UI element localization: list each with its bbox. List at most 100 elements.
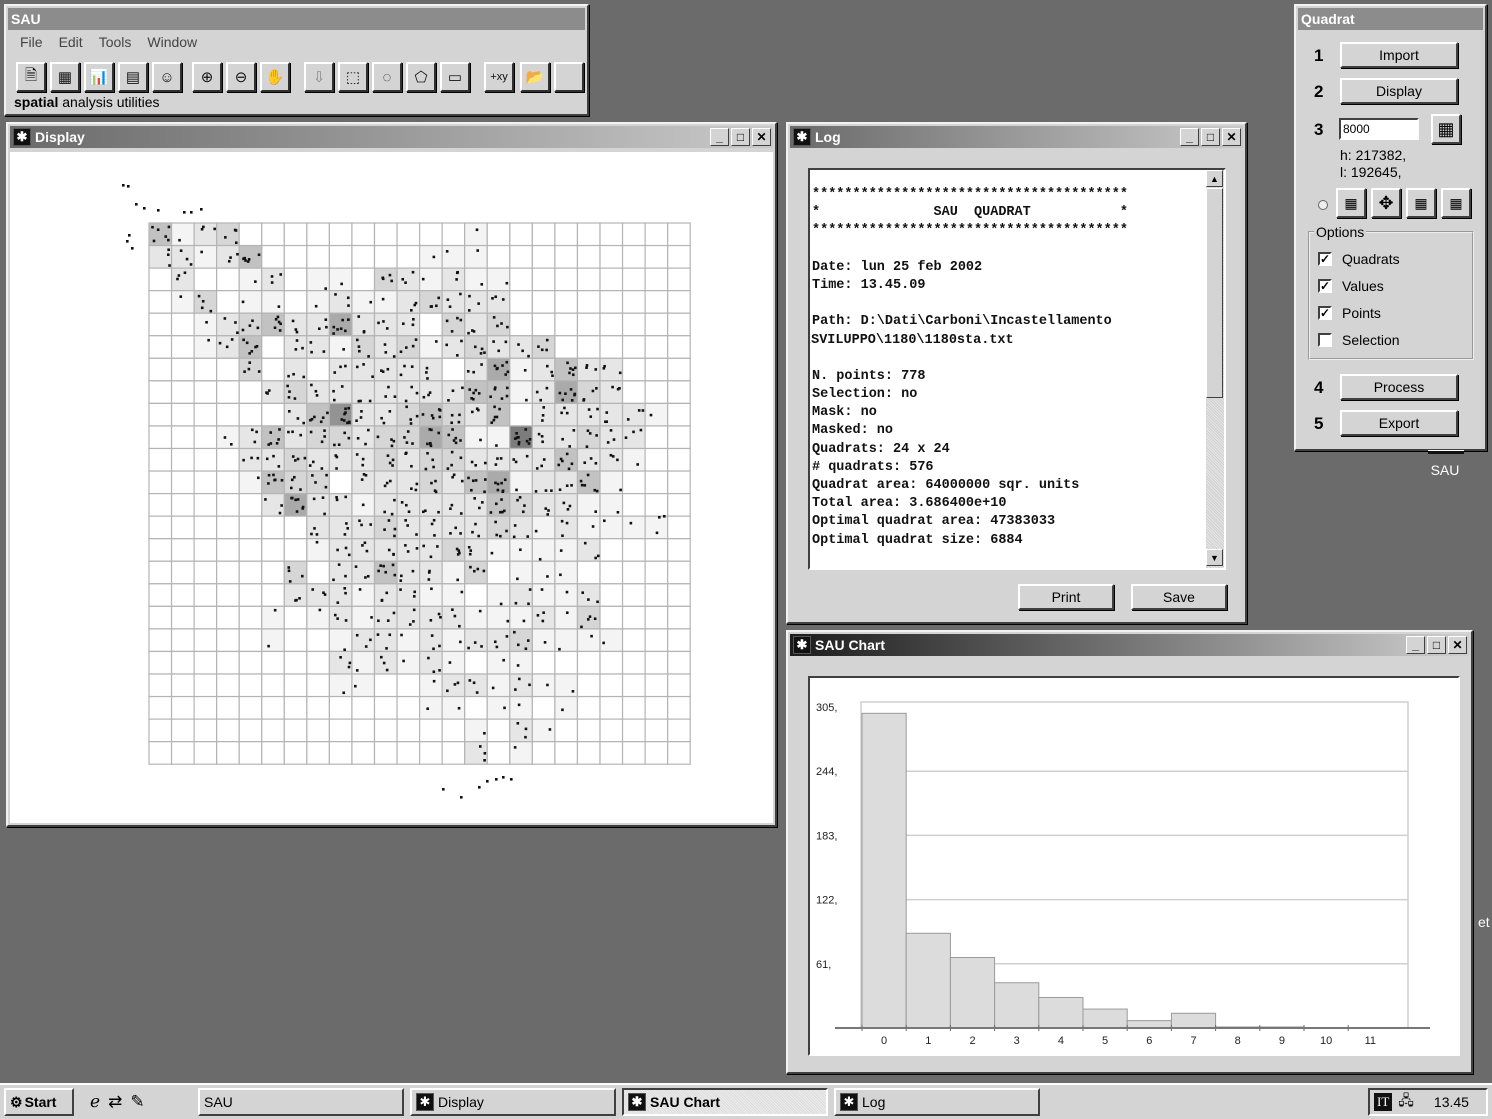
import-button[interactable]: Import [1340, 42, 1458, 68]
open-grid-button[interactable]: ▦ [1441, 188, 1471, 218]
log-scrollbar[interactable]: ▲ ▼ [1206, 170, 1224, 568]
scroll-thumb[interactable] [1206, 188, 1223, 398]
maximize-button[interactable]: □ [1427, 636, 1446, 654]
display-title-bar[interactable]: ✱ Display _ □ ✕ [10, 126, 773, 148]
import-selection-button[interactable]: ⇩ [304, 62, 334, 92]
export-button[interactable]: Export [1340, 410, 1458, 436]
data-point [427, 578, 431, 581]
checkbox[interactable]: ✓ [1318, 252, 1332, 266]
poly-select-button[interactable]: ⬠ [406, 62, 436, 92]
browser-icon[interactable]: ℯ [90, 1092, 100, 1112]
quadrat-size-input[interactable] [1339, 118, 1419, 140]
task-sau[interactable]: SAU [198, 1088, 404, 1116]
process-button[interactable]: Process [1340, 374, 1458, 400]
option-values[interactable]: ✓ Values [1318, 278, 1384, 294]
quadrat-cell [261, 244, 285, 269]
blank-button[interactable] [554, 62, 584, 92]
grid-build-button[interactable]: ▦ [1431, 114, 1461, 144]
start-button[interactable]: ⚙ Start [4, 1088, 74, 1116]
data-point [359, 399, 362, 403]
checkbox[interactable]: ✓ [1318, 279, 1332, 293]
desktop-icon-sau[interactable]: SAU [1420, 450, 1470, 478]
task-sau-chart[interactable]: ✱ SAU Chart [622, 1088, 828, 1116]
table-button[interactable]: ▤ [118, 62, 148, 92]
channels-icon[interactable]: ⇄ [108, 1092, 122, 1112]
data-point [446, 689, 449, 693]
chart-title-bar[interactable]: ✱ SAU Chart _ □ ✕ [790, 634, 1469, 656]
minimize-button[interactable]: _ [1406, 636, 1425, 654]
data-point [483, 490, 486, 494]
rect-select-button[interactable]: ⬚ [338, 62, 368, 92]
scroll-down-button[interactable]: ▼ [1206, 549, 1223, 566]
menu-edit[interactable]: Edit [51, 34, 91, 50]
coordinates-button[interactable]: +xy [484, 62, 514, 92]
menu-file[interactable]: File [12, 34, 51, 50]
data-point [517, 677, 521, 681]
quadrat-cell [261, 583, 285, 607]
data-point [315, 394, 319, 397]
display-button[interactable]: Display [1340, 78, 1458, 104]
notepad-icon[interactable]: ✎ [130, 1092, 144, 1112]
checkbox[interactable] [1318, 333, 1332, 347]
open-selection-button[interactable]: ▭ [440, 62, 470, 92]
save-grid-button[interactable]: ▦ [1406, 188, 1436, 218]
close-button[interactable]: ✕ [1222, 128, 1241, 146]
scroll-up-button[interactable]: ▲ [1206, 170, 1223, 187]
data-point [344, 574, 347, 578]
data-point [379, 564, 382, 567]
option-quadrats[interactable]: ✓ Quadrats [1318, 251, 1400, 267]
maximize-button[interactable]: □ [731, 128, 750, 146]
option-selection[interactable]: Selection [1318, 332, 1400, 348]
save-button[interactable]: Save [1131, 584, 1227, 610]
quadrat-cell [554, 560, 579, 585]
mask-button[interactable]: ☺ [152, 62, 182, 92]
open-folder-button[interactable]: 📂 [520, 62, 550, 92]
radio-button[interactable] [1318, 200, 1328, 210]
zoom-in-button[interactable]: ⊕ [192, 62, 222, 92]
option-points[interactable]: ✓ Points [1318, 305, 1381, 321]
data-point [427, 656, 430, 660]
quadrat-cell [531, 718, 556, 743]
quadrat-map[interactable] [10, 152, 773, 823]
data-point [451, 475, 454, 479]
task-display[interactable]: ✱ Display [410, 1088, 616, 1116]
bar-chart-button[interactable]: 📊 [84, 62, 114, 92]
zoom-out-button[interactable]: ⊖ [226, 62, 256, 92]
data-point [456, 681, 460, 685]
log-title-bar[interactable]: ✱ Log _ □ ✕ [790, 126, 1243, 148]
print-button[interactable]: Print [1018, 584, 1114, 610]
close-button[interactable]: ✕ [1448, 636, 1467, 654]
data-point [257, 253, 261, 257]
mask-grid-button[interactable]: ▦ [1336, 188, 1366, 218]
quadrat-title-bar[interactable]: Quadrat [1298, 8, 1483, 30]
circle-select-button[interactable]: ◌ [372, 62, 402, 92]
display-canvas[interactable] [10, 152, 773, 823]
maximize-button[interactable]: □ [1201, 128, 1220, 146]
new-doc-button[interactable]: 🗎 [16, 62, 46, 92]
pan-hand-button[interactable]: ✋ [260, 62, 290, 92]
data-point [446, 467, 450, 470]
data-point [384, 351, 388, 354]
points-map-button[interactable]: ▦ [50, 62, 80, 92]
log-textarea[interactable]: *************************************** *… [808, 168, 1226, 570]
main-title-bar[interactable]: SAU [8, 8, 585, 30]
quadrat-cell [621, 267, 646, 292]
close-button[interactable]: ✕ [752, 128, 771, 146]
minimize-button[interactable]: _ [1180, 128, 1199, 146]
network-icon[interactable]: 🖧 [1398, 1090, 1414, 1114]
language-indicator[interactable]: IT [1374, 1093, 1393, 1111]
menu-tools[interactable]: Tools [91, 34, 140, 50]
menu-window[interactable]: Window [139, 34, 205, 50]
data-point [387, 385, 390, 389]
data-point [314, 481, 317, 484]
app-icon: ✱ [416, 1093, 434, 1111]
data-point [280, 478, 284, 482]
checkbox[interactable]: ✓ [1318, 306, 1332, 320]
minimize-button[interactable]: _ [710, 128, 729, 146]
data-point [354, 684, 357, 688]
data-point [385, 591, 389, 595]
move-grid-button[interactable]: ✥ [1371, 188, 1401, 218]
task-log[interactable]: ✱ Log [834, 1088, 1040, 1116]
quadrat-cell [148, 312, 173, 337]
data-point [278, 329, 282, 332]
